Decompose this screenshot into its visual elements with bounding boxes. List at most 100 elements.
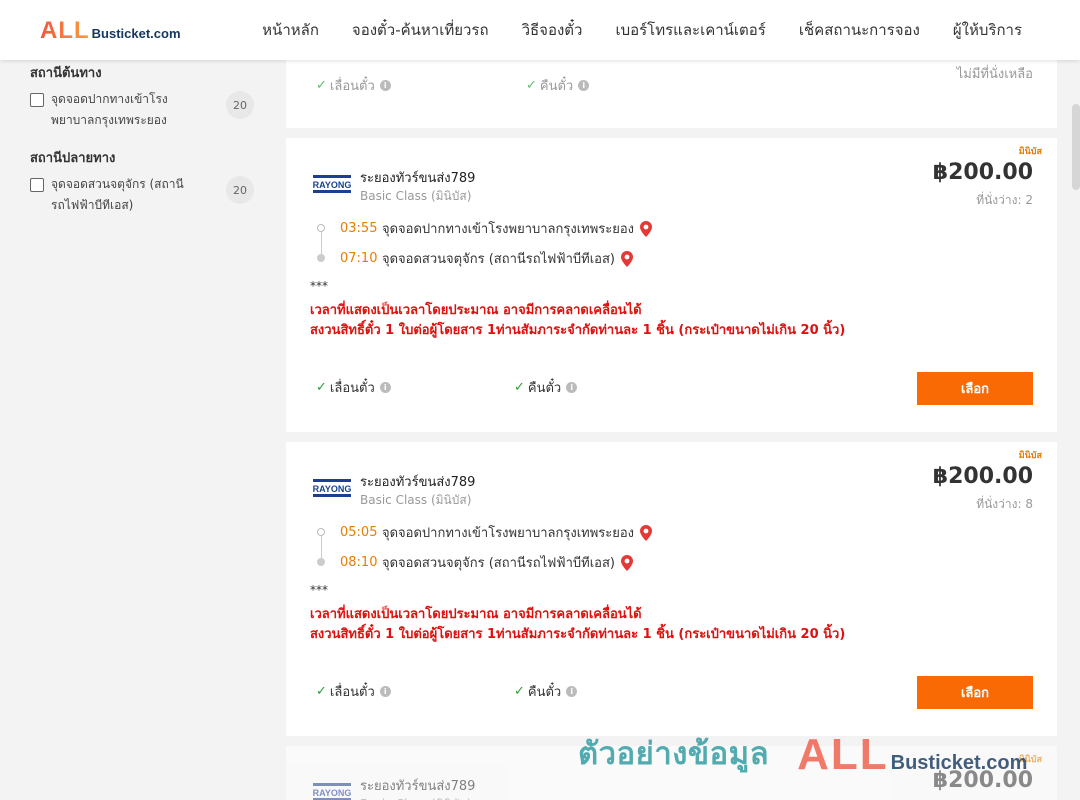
nav-home[interactable]: หน้าหลัก [262, 18, 319, 42]
nav-check-booking[interactable]: เช็คสถานะการจอง [799, 18, 920, 42]
destination-filter-option[interactable]: จุดจอดสวนจตุจักร (สถานีรถไฟฟ้าบีทีเอส) 2… [30, 176, 258, 216]
timeline-start-dot [317, 224, 325, 232]
trip-card-partial: ✓ เลื่อนตั๋ว i ✓ คืนตั๋ว i ไม่มีที่นั่งเ… [286, 60, 1057, 128]
refund-policy: ✓ คืนตั๋ว i [514, 681, 578, 702]
rayong-logo-icon: RAYONG [313, 479, 351, 497]
trip-card: มินิบัส RAYONG ระยองทัวร์ขนส่ง789 Basic … [286, 442, 1057, 736]
origin-filter-title: สถานีต้นทาง [30, 66, 102, 81]
filter-sidebar: สถานีต้นทาง จุดจอดปากทางเข้าโรงพยาบาลกรุ… [30, 62, 258, 232]
origin-filter-count: 20 [226, 91, 254, 119]
check-icon: ✓ [316, 380, 327, 395]
bus-class: Basic Class (มินิบัส) [360, 493, 472, 507]
luggage-policy: สงวนสิทธิ์ตั๋ว 1 ใบต่อผู้โดยสาร 1ท่านสัม… [310, 627, 846, 642]
operator-name: ระยองทัวร์ขนส่ง789 [360, 475, 476, 490]
seats-available: ที่นั่งว่าง: 2 [976, 193, 1033, 207]
select-trip-button[interactable]: เลือก [917, 676, 1033, 709]
nav-book-search[interactable]: จองตั๋ว-ค้นหาเที่ยวรถ [352, 18, 489, 42]
map-pin-icon[interactable] [640, 220, 653, 237]
check-icon: ✓ [514, 380, 525, 395]
time-disclaimer: เวลาที่แสดงเป็นเวลาโดยประมาณ อาจมีการคลา… [310, 303, 642, 318]
departure-time: 05:05 [340, 525, 378, 540]
map-pin-icon[interactable] [620, 250, 633, 267]
reschedule-label: เลื่อนตั๋ว [329, 79, 375, 94]
nav-phone-counters[interactable]: เบอร์โทรและเคาน์เตอร์ [615, 18, 765, 42]
logo-busticket-text: Busticket.com [91, 26, 181, 41]
select-trip-button[interactable]: เลือก [917, 372, 1033, 405]
bus-class: Basic Class (มินิบัส) [360, 795, 471, 800]
vehicle-type-badge: มินิบัส [1018, 147, 1042, 157]
timeline-end-dot [317, 558, 325, 566]
watermark-logo-all: ALL [797, 730, 889, 779]
departure-stop: จุดจอดปากทางเข้าโรงพยาบาลกรุงเทพระยอง [382, 222, 635, 237]
reschedule-policy: ✓ เลื่อนตั๋ว i [316, 75, 391, 96]
departure-time: 03:55 [340, 221, 378, 236]
destination-filter-label[interactable]: จุดจอดสวนจตุจักร (สถานีรถไฟฟ้าบีทีเอส) [51, 174, 191, 216]
origin-filter-option[interactable]: จุดจอดปากทางเข้าโรงพยาบาลกรุงเทพระยอง 20 [30, 91, 258, 131]
reschedule-policy: ✓ เลื่อนตั๋ว i [316, 681, 391, 702]
page-scrollbar[interactable] [1072, 104, 1080, 190]
check-icon: ✓ [526, 78, 537, 93]
check-icon: ✓ [514, 684, 525, 699]
site-header: ALL Busticket.com หน้าหลัก จองตั๋ว-ค้นหา… [0, 0, 1080, 60]
ticket-price: ฿200.00 [932, 160, 1033, 185]
seats-available: ที่นั่งว่าง: 8 [976, 497, 1033, 511]
main-nav: หน้าหลัก จองตั๋ว-ค้นหาเที่ยวรถ วิธีจองตั… [262, 0, 1022, 60]
refund-label: คืนตั๋ว [527, 685, 562, 700]
ticket-price: ฿200.00 [932, 464, 1033, 489]
map-pin-icon[interactable] [620, 554, 633, 571]
operator-name: ระยองทัวร์ขนส่ง789 [360, 171, 476, 186]
arrival-time: 07:10 [340, 251, 378, 266]
info-icon[interactable]: i [379, 382, 391, 393]
check-icon: ✓ [316, 78, 327, 93]
watermark-sample-text: ตัวอย่างข้อมูล [578, 736, 770, 772]
rayong-logo-icon: RAYONG [313, 175, 351, 193]
info-icon[interactable]: i [578, 80, 590, 91]
watermark-logo-busticket: Busticket.com [890, 752, 1028, 774]
destination-filter-count: 20 [226, 176, 254, 204]
origin-filter-checkbox[interactable] [30, 93, 44, 107]
check-icon: ✓ [316, 684, 327, 699]
timeline-end-dot [317, 254, 325, 262]
origin-filter-label[interactable]: จุดจอดปากทางเข้าโรงพยาบาลกรุงเทพระยอง [51, 89, 191, 131]
note-marker: *** [310, 583, 328, 597]
logo-all-text: ALL [40, 17, 90, 44]
time-disclaimer: เวลาที่แสดงเป็นเวลาโดยประมาณ อาจมีการคลา… [310, 607, 642, 622]
trip-card: มินิบัส RAYONG ระยองทัวร์ขนส่ง789 Basic … [286, 138, 1057, 432]
site-logo[interactable]: ALL Busticket.com [40, 18, 181, 44]
departure-stop: จุดจอดปากทางเข้าโรงพยาบาลกรุงเทพระยอง [382, 526, 635, 541]
map-pin-icon[interactable] [640, 524, 653, 541]
sold-out-status: ไม่มีที่นั่งเหลือ [956, 67, 1033, 82]
arrival-time: 08:10 [340, 555, 378, 570]
timeline-start-dot [317, 528, 325, 536]
arrival-stop-row: 07:10 จุดจอดสวนจตุจักร (สถานีรถไฟฟ้าบีที… [340, 248, 633, 269]
svg-text:RAYONG: RAYONG [313, 484, 351, 494]
info-icon[interactable]: i [379, 686, 391, 697]
info-icon[interactable]: i [566, 686, 578, 697]
timeline-line [321, 536, 322, 558]
svg-text:RAYONG: RAYONG [313, 180, 351, 190]
rayong-logo-icon: RAYONG [313, 783, 351, 800]
luggage-policy: สงวนสิทธิ์ตั๋ว 1 ใบต่อผู้โดยสาร 1ท่านสัม… [310, 323, 846, 338]
timeline-line [321, 232, 322, 254]
nav-operators[interactable]: ผู้ให้บริการ [953, 18, 1022, 42]
reschedule-label: เลื่อนตั๋ว [329, 685, 375, 700]
arrival-stop-row: 08:10 จุดจอดสวนจตุจักร (สถานีรถไฟฟ้าบีที… [340, 552, 633, 573]
note-marker: *** [310, 279, 328, 293]
destination-filter-checkbox[interactable] [30, 178, 44, 192]
reschedule-policy: ✓ เลื่อนตั๋ว i [316, 377, 391, 398]
operator-name: ระยองทัวร์ขนส่ง789 [360, 779, 476, 794]
departure-stop-row: 03:55 จุดจอดปากทางเข้าโรงพยาบาลกรุงเทพระ… [340, 218, 653, 239]
info-icon[interactable]: i [379, 80, 391, 91]
refund-policy: ✓ คืนตั๋ว i [514, 377, 578, 398]
arrival-stop: จุดจอดสวนจตุจักร (สถานีรถไฟฟ้าบีทีเอส) [382, 252, 615, 267]
departure-stop-row: 05:05 จุดจอดปากทางเข้าโรงพยาบาลกรุงเทพระ… [340, 522, 653, 543]
info-icon[interactable]: i [566, 382, 578, 393]
destination-filter-title: สถานีปลายทาง [30, 151, 116, 166]
bus-class: Basic Class (มินิบัส) [360, 189, 472, 203]
refund-label: คืนตั๋ว [527, 381, 562, 396]
nav-how-to-book[interactable]: วิธีจองตั๋ว [522, 18, 583, 42]
vehicle-type-badge: มินิบัส [1018, 451, 1042, 461]
refund-label: คืนตั๋ว [539, 79, 574, 94]
reschedule-label: เลื่อนตั๋ว [329, 381, 375, 396]
refund-policy: ✓ คืนตั๋ว i [526, 75, 590, 96]
